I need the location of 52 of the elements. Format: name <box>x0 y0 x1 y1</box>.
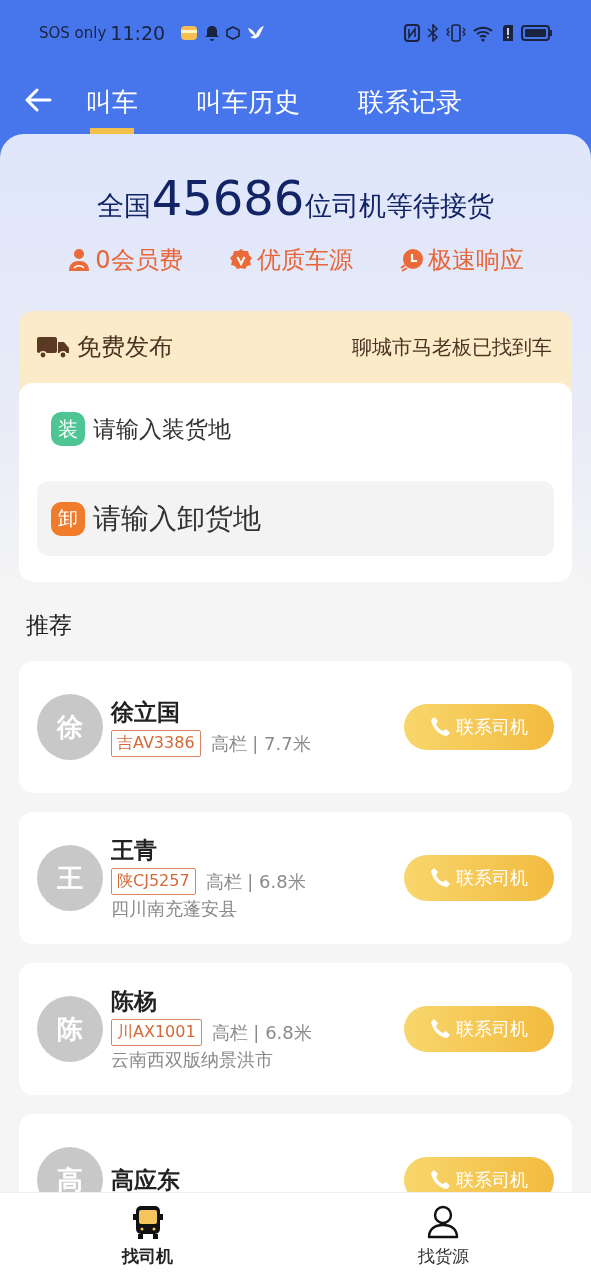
nav-tab[interactable]: 找司机 <box>0 1193 296 1280</box>
battery-icon <box>521 24 553 42</box>
driver-name: 徐立国 <box>111 698 181 727</box>
driver-location: 云南西双版纳景洪市 <box>111 1048 274 1072</box>
wifi-icon <box>473 24 495 42</box>
driver-location: 四川南充蓬安县 <box>111 897 238 921</box>
location-field[interactable]: 卸 请输入卸货地 <box>37 481 554 556</box>
tab[interactable]: 联系记录 <box>358 79 462 134</box>
phone-icon <box>430 1018 452 1040</box>
input-field[interactable]: 请输入装货地 <box>93 412 473 446</box>
driver-name: 高应东 <box>111 1165 181 1193</box>
person-icon <box>67 248 92 272</box>
phone-icon <box>430 1169 452 1191</box>
vehicle-spec: 高栏 | 6.8米 <box>205 869 306 894</box>
badge-icon <box>229 248 254 272</box>
nav-tab[interactable]: 找货源 <box>295 1193 591 1280</box>
bus-icon <box>132 1205 163 1239</box>
clock: 11:20 <box>110 22 166 44</box>
location-badge: 卸 <box>51 501 85 536</box>
phone-icon <box>430 867 452 889</box>
vehicle-spec: 高栏 | 6.8米 <box>211 1020 312 1045</box>
section-title: 推荐 <box>26 612 72 638</box>
plate-number: 川AX1001 <box>111 1019 202 1046</box>
feature-label: 0会员费 <box>95 245 183 276</box>
location-badge: 装 <box>51 412 85 446</box>
driver-name: 王青 <box>111 836 158 865</box>
feature-label: 优质车源 <box>257 245 354 276</box>
input-field[interactable]: 请输入卸货地 <box>93 498 473 539</box>
tab[interactable]: 叫车历史 <box>196 79 300 134</box>
clock-icon <box>399 248 424 272</box>
driver-name: 陈杨 <box>111 987 158 1016</box>
status-notice: 聊城市马老板已找到车 <box>352 333 552 361</box>
wallet-icon <box>180 24 199 42</box>
plate-number: 吉AV3386 <box>111 730 201 757</box>
headline-text: 位司机等待接货 <box>305 189 495 223</box>
truck-icon <box>37 335 69 359</box>
bird-icon <box>247 25 266 41</box>
headline-text: 全国 <box>96 189 151 223</box>
driver-count: 45686 <box>151 170 305 226</box>
phone-icon <box>430 716 452 738</box>
bell-icon <box>205 25 220 41</box>
sim-alert-icon <box>502 24 514 42</box>
vehicle-spec: 高栏 | 7.7米 <box>210 731 311 756</box>
publish-title: 免费发布 <box>77 332 174 363</box>
carrier-label: SOS only <box>39 24 107 42</box>
nfc-icon <box>404 24 420 42</box>
feature-label: 极速响应 <box>427 245 524 276</box>
bluetooth-icon <box>427 24 439 42</box>
back-icon[interactable] <box>24 88 52 112</box>
person-icon <box>427 1205 460 1239</box>
vibrate-icon <box>446 24 466 42</box>
plate-number: 陕CJ5257 <box>111 868 196 895</box>
